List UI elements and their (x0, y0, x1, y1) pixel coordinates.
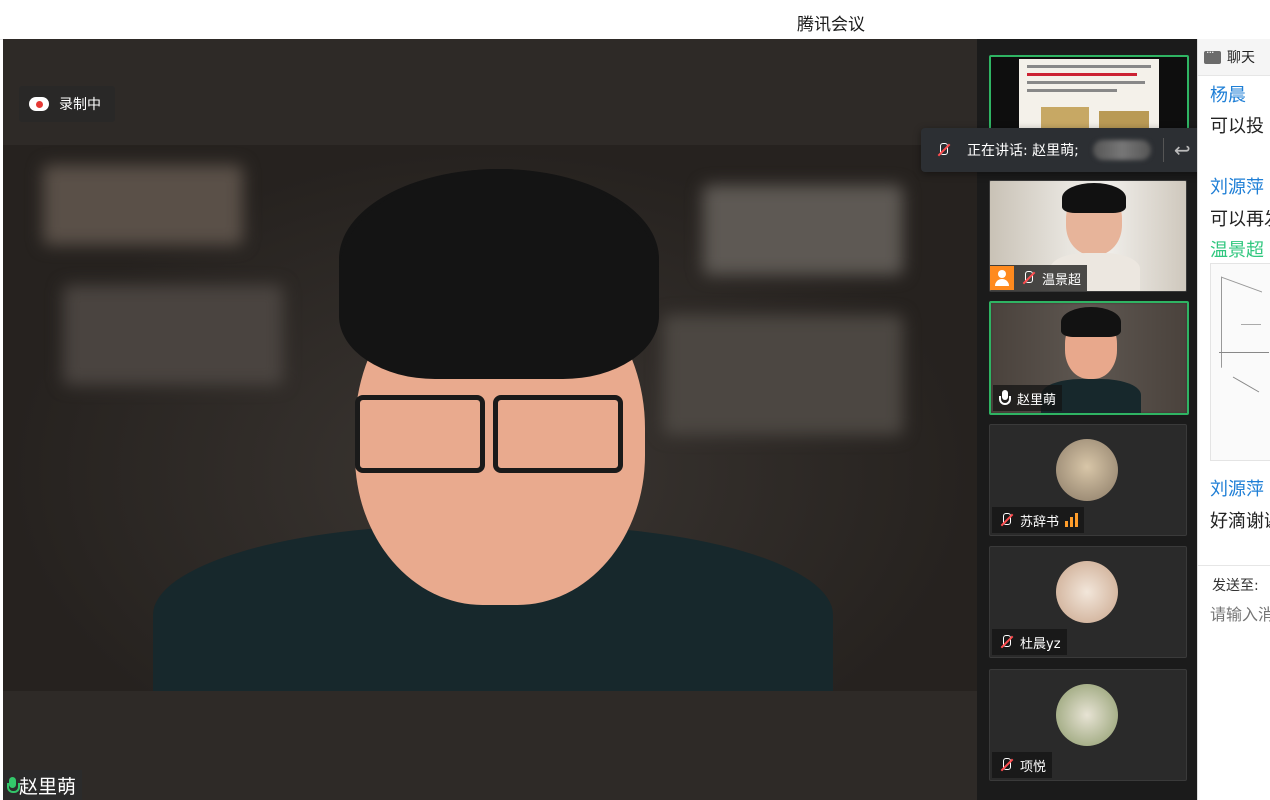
host-icon (990, 266, 1014, 290)
chat-sender[interactable]: 刘源萍 (1210, 173, 1264, 199)
chat-message: 可以再发 (1210, 209, 1270, 230)
mic-on-icon (999, 390, 1011, 406)
signal-strength-icon (1065, 513, 1079, 527)
participant-name: 项悦 (1020, 759, 1047, 775)
background-blur (63, 285, 283, 385)
participant-label: 苏辞书 (992, 507, 1085, 533)
participant-name: 杜晨yz (1020, 636, 1061, 652)
chat-icon (1204, 46, 1221, 64)
chat-image-attachment[interactable] (1210, 263, 1270, 461)
participant-label: 杜晨yz (992, 629, 1067, 655)
main-video-stage[interactable]: 录制中 赵里萌 (3, 39, 977, 800)
speaking-label: 正在讲话: 赵里萌; (967, 143, 1079, 159)
mic-muted-icon (935, 142, 951, 158)
chat-message: 好滴谢谢 (1210, 511, 1270, 532)
window-title: 腾讯会议 (797, 15, 865, 35)
participant-tile[interactable]: 苏辞书 (989, 424, 1187, 536)
person-hair-top (339, 169, 659, 379)
send-to-label[interactable]: 发送至: (1212, 575, 1259, 595)
speaker-name-tag: 赵里萌 (3, 770, 83, 800)
speaking-indicator-popup: 正在讲话: 赵里萌; ↩ (921, 128, 1224, 172)
participant-tile[interactable]: 杜晨yz (989, 546, 1187, 658)
mic-muted-icon (1020, 270, 1036, 286)
participant-tile[interactable]: 项悦 (989, 669, 1187, 781)
mic-on-icon (7, 777, 20, 793)
speaker-name: 赵里萌 (19, 775, 77, 798)
background-blur (43, 165, 243, 245)
participant-tile-active[interactable]: 赵里萌 (989, 301, 1189, 415)
speaker-avatars (1092, 140, 1151, 160)
chat-sender[interactable]: 杨晨 (1210, 81, 1246, 107)
mic-muted-icon (998, 634, 1014, 650)
participant-label: 项悦 (992, 752, 1053, 778)
background-blur (703, 185, 903, 275)
reply-icon[interactable]: ↩ (1174, 138, 1191, 162)
background-blur (663, 315, 903, 435)
recording-label: 录制中 (59, 97, 101, 113)
participant-name: 苏辞书 (1020, 514, 1060, 530)
participant-label: 赵里萌 (993, 385, 1063, 411)
participant-tile[interactable]: 温景超 (989, 180, 1187, 292)
chat-panel[interactable]: 聊天 杨晨 可以投 刘源萍 可以再发 温景超 刘源萍 好滴谢谢 发送至: (1197, 39, 1270, 800)
chat-title: 聊天 (1227, 50, 1255, 66)
participant-name: 温景超 (1042, 272, 1082, 288)
title-bar: 腾讯会议 (0, 0, 1270, 40)
chat-message-input[interactable] (1210, 605, 1270, 624)
chat-message: 可以投 (1210, 116, 1264, 137)
glasses-right (493, 395, 623, 473)
avatar (1056, 684, 1118, 746)
mic-muted-icon (998, 512, 1014, 528)
participant-label: 温景超 (990, 265, 1088, 291)
chat-sender[interactable]: 刘源萍 (1210, 475, 1264, 501)
chat-sender[interactable]: 温景超 (1210, 236, 1264, 262)
glasses-left (355, 395, 485, 473)
chat-header: 聊天 (1198, 39, 1270, 76)
participant-name: 赵里萌 (1017, 392, 1057, 408)
avatar (1056, 561, 1118, 623)
divider (1162, 138, 1164, 162)
cloud-record-icon (29, 97, 49, 111)
mic-muted-icon (998, 757, 1014, 773)
divider (1198, 565, 1270, 566)
avatar (1056, 439, 1118, 501)
speaker-video (3, 145, 977, 691)
recording-indicator[interactable]: 录制中 (19, 86, 115, 122)
